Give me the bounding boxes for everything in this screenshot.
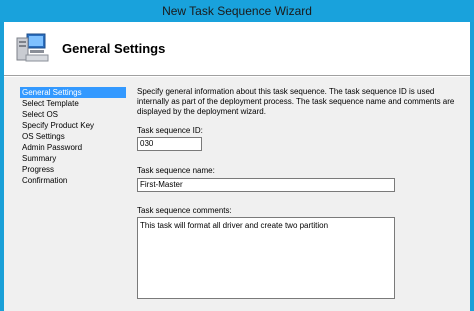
wizard-window: New Task Sequence Wizard General Setting…	[0, 0, 474, 311]
nav-item-os-settings[interactable]: OS Settings	[20, 131, 126, 142]
wizard-header: General Settings	[4, 22, 470, 76]
wizard-body: General Settings Select Template Select …	[4, 77, 470, 311]
task-sequence-name-label: Task sequence name:	[137, 166, 215, 175]
nav-item-specify-product-key[interactable]: Specify Product Key	[20, 120, 126, 131]
page-title: General Settings	[62, 41, 166, 56]
window-title: New Task Sequence Wizard	[162, 4, 312, 18]
nav-item-general-settings[interactable]: General Settings	[20, 87, 126, 98]
nav-item-select-template[interactable]: Select Template	[20, 98, 126, 109]
computer-icon	[16, 33, 49, 62]
nav-item-select-os[interactable]: Select OS	[20, 109, 126, 120]
nav-item-confirmation[interactable]: Confirmation	[20, 175, 126, 186]
nav-item-admin-password[interactable]: Admin Password	[20, 142, 126, 153]
wizard-steps-nav: General Settings Select Template Select …	[20, 87, 126, 186]
task-sequence-id-label: Task sequence ID:	[137, 126, 203, 135]
task-sequence-id-field[interactable]: 030	[137, 137, 202, 151]
title-bar[interactable]: New Task Sequence Wizard	[0, 0, 474, 22]
settings-content: Specify general information about this t…	[137, 87, 463, 299]
description-text: Specify general information about this t…	[137, 87, 455, 116]
task-sequence-comments-field[interactable]: This task will format all driver and cre…	[137, 217, 395, 299]
nav-item-progress[interactable]: Progress	[20, 164, 126, 175]
task-sequence-name-field[interactable]: First-Master	[137, 178, 395, 192]
nav-item-summary[interactable]: Summary	[20, 153, 126, 164]
wizard-client-area: General Settings General Settings Select…	[4, 22, 470, 311]
task-sequence-comments-label: Task sequence comments:	[137, 206, 232, 215]
